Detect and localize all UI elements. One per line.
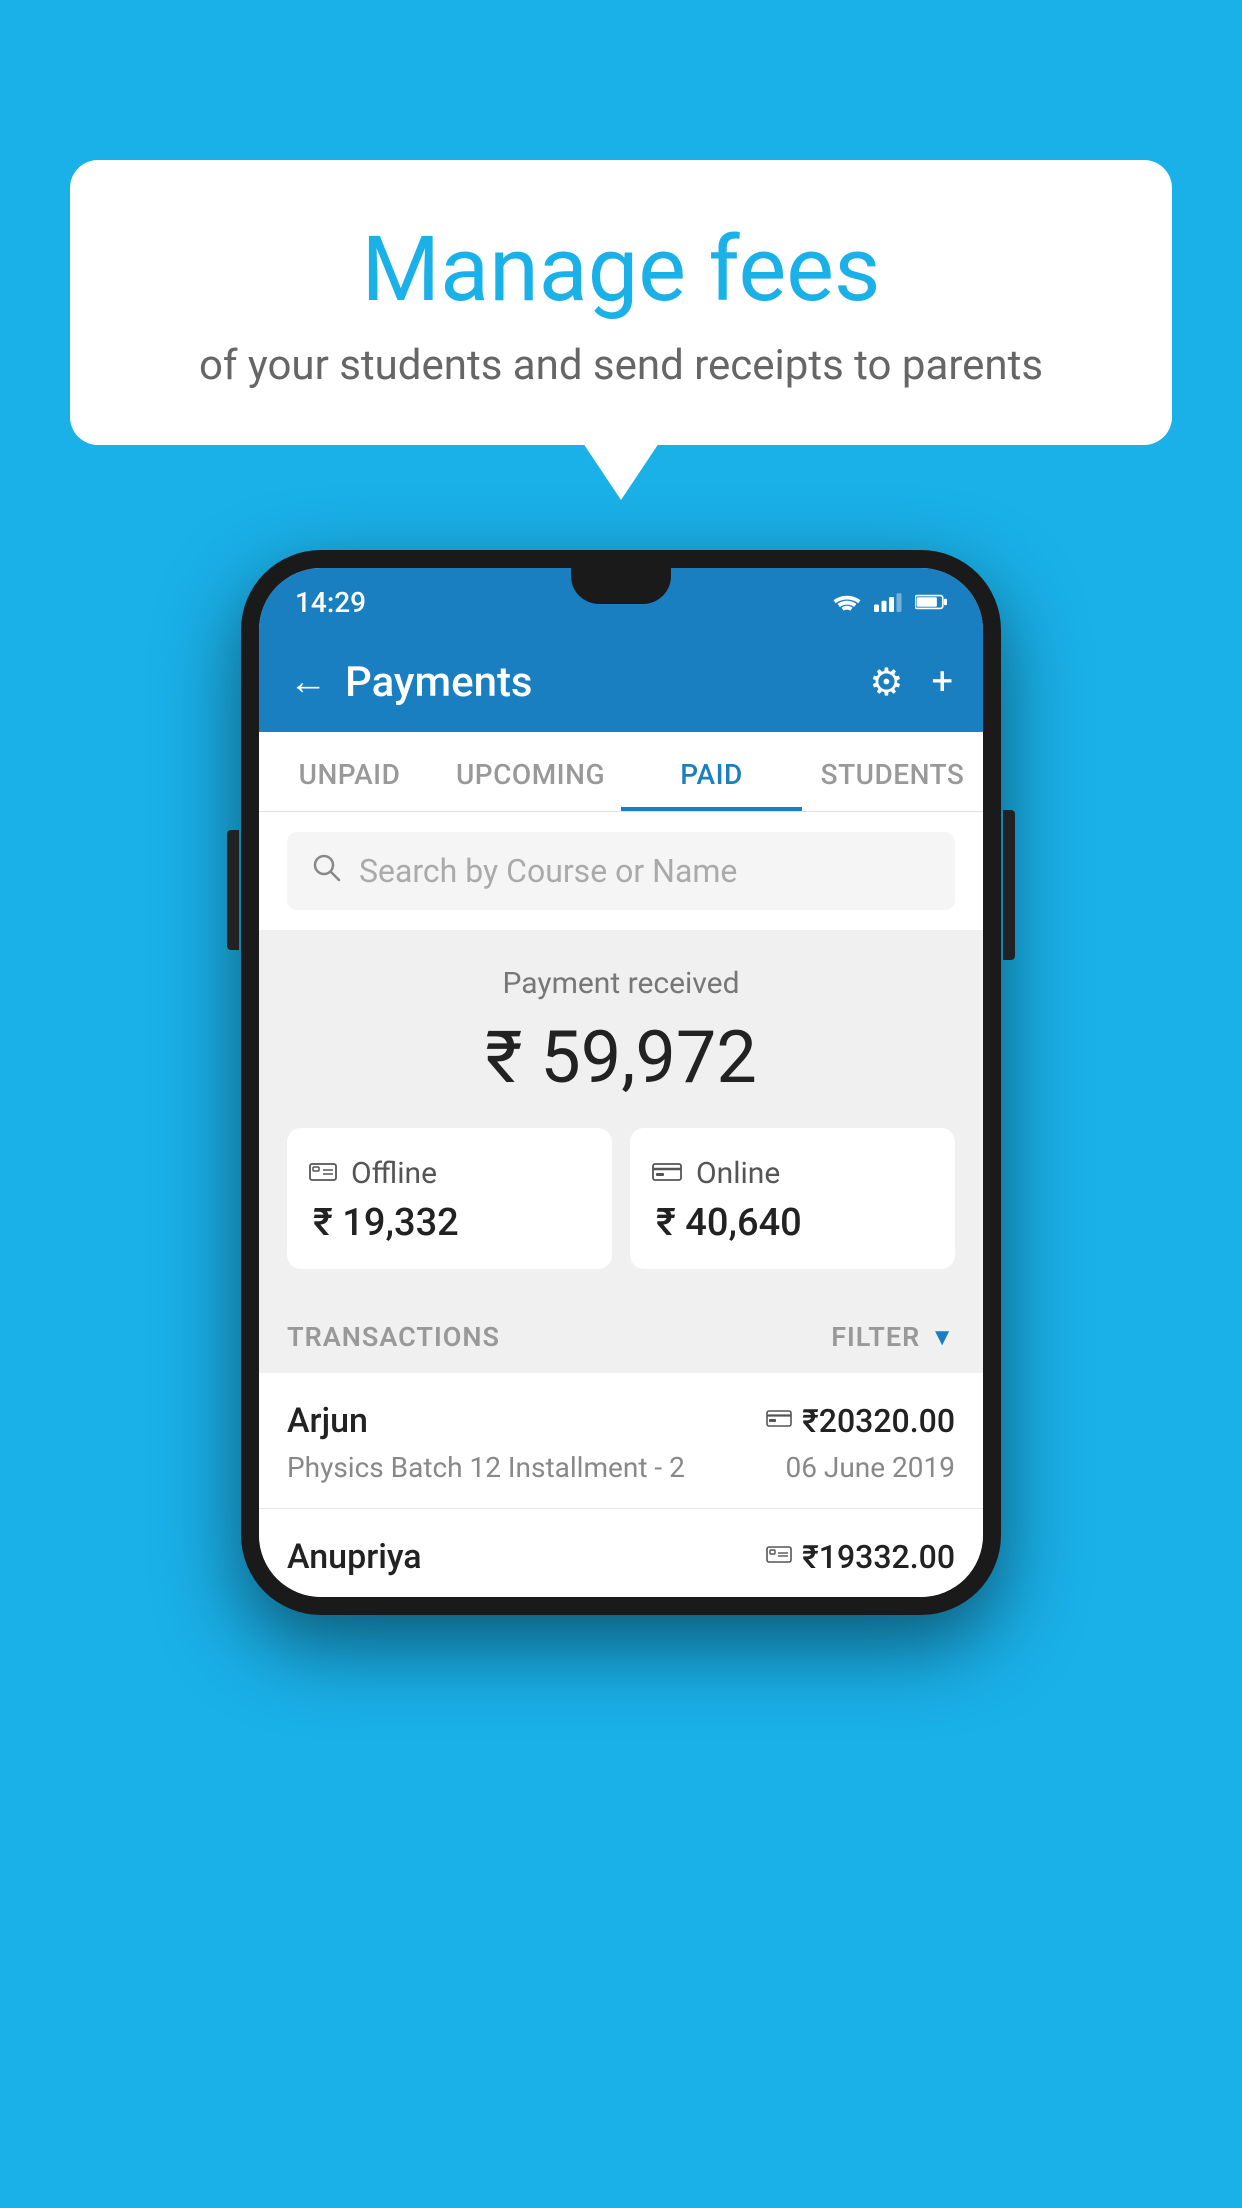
- payment-summary: Payment received ₹ 59,972: [259, 930, 983, 1297]
- plus-icon[interactable]: +: [931, 660, 953, 704]
- transaction-amount-group-2: ₹19332.00: [766, 1538, 955, 1576]
- header-left: ← Payments: [289, 658, 533, 707]
- phone-notch: [571, 568, 671, 604]
- bubble-title: Manage fees: [120, 220, 1122, 319]
- header-right: ⚙ +: [869, 660, 953, 705]
- offline-card-top: Offline: [309, 1156, 590, 1191]
- cash-icon: [309, 1157, 337, 1190]
- payment-cards: Offline ₹ 19,332: [287, 1128, 955, 1269]
- transactions-header: TRANSACTIONS FILTER ▼: [259, 1297, 983, 1373]
- transactions-label: TRANSACTIONS: [287, 1321, 500, 1353]
- transaction-amount-2: ₹19332.00: [802, 1538, 955, 1576]
- search-container: Search by Course or Name: [259, 812, 983, 930]
- transaction-name: Arjun: [287, 1401, 368, 1441]
- transaction-item-partial[interactable]: Anupriya ₹19332.00: [259, 1509, 983, 1597]
- back-button[interactable]: ←: [289, 660, 327, 704]
- tab-upcoming[interactable]: UPCOMING: [440, 732, 621, 811]
- search-placeholder: Search by Course or Name: [359, 852, 737, 890]
- offline-card: Offline ₹ 19,332: [287, 1128, 612, 1269]
- phone-outer: 14:29: [241, 550, 1001, 1615]
- phone-wrapper: 14:29: [241, 550, 1001, 1615]
- tab-unpaid[interactable]: UNPAID: [259, 732, 440, 811]
- app-header: ← Payments ⚙ +: [259, 632, 983, 732]
- transaction-row-top: Arjun ₹20320.00: [287, 1401, 955, 1441]
- tab-paid[interactable]: PAID: [621, 732, 802, 811]
- transaction-row-top-2: Anupriya ₹19332.00: [287, 1537, 955, 1577]
- filter-icon: ▼: [930, 1323, 955, 1352]
- battery-icon: [915, 592, 947, 612]
- filter-button[interactable]: FILTER ▼: [831, 1321, 955, 1353]
- transaction-course: Physics Batch 12 Installment - 2: [287, 1451, 685, 1484]
- tab-students[interactable]: STUDENTS: [802, 732, 983, 811]
- offline-label: Offline: [351, 1156, 437, 1191]
- tabs-bar: UNPAID UPCOMING PAID STUDENTS: [259, 732, 983, 812]
- search-box[interactable]: Search by Course or Name: [287, 832, 955, 910]
- search-icon: [311, 852, 341, 890]
- wifi-icon: [831, 592, 863, 612]
- phone-screen: 14:29: [259, 568, 983, 1597]
- transaction-item[interactable]: Arjun ₹20320.00 Physics Batch 1: [259, 1373, 983, 1509]
- payment-total-amount: ₹ 59,972: [287, 1015, 955, 1100]
- cash-payment-icon: [766, 1542, 792, 1572]
- transaction-row-bottom: Physics Batch 12 Installment - 2 06 June…: [287, 1451, 955, 1484]
- filter-label: FILTER: [831, 1321, 920, 1353]
- transaction-name-2: Anupriya: [287, 1537, 422, 1577]
- offline-amount: ₹ 19,332: [309, 1201, 590, 1245]
- speech-bubble: Manage fees of your students and send re…: [70, 160, 1172, 445]
- transaction-amount-group: ₹20320.00: [766, 1402, 955, 1440]
- payment-received-label: Payment received: [287, 966, 955, 1001]
- signal-icon: [873, 592, 905, 612]
- transaction-date: 06 June 2019: [785, 1451, 955, 1484]
- transaction-amount: ₹20320.00: [802, 1402, 955, 1440]
- gear-icon[interactable]: ⚙: [869, 660, 903, 705]
- online-amount: ₹ 40,640: [652, 1201, 933, 1245]
- card-icon: [652, 1157, 682, 1190]
- online-label: Online: [696, 1156, 780, 1191]
- header-title: Payments: [345, 658, 533, 707]
- online-card: Online ₹ 40,640: [630, 1128, 955, 1269]
- online-card-top: Online: [652, 1156, 933, 1191]
- bubble-subtitle: of your students and send receipts to pa…: [120, 341, 1122, 390]
- card-payment-icon: [766, 1406, 792, 1436]
- status-time: 14:29: [295, 586, 366, 619]
- status-icons: [831, 592, 947, 612]
